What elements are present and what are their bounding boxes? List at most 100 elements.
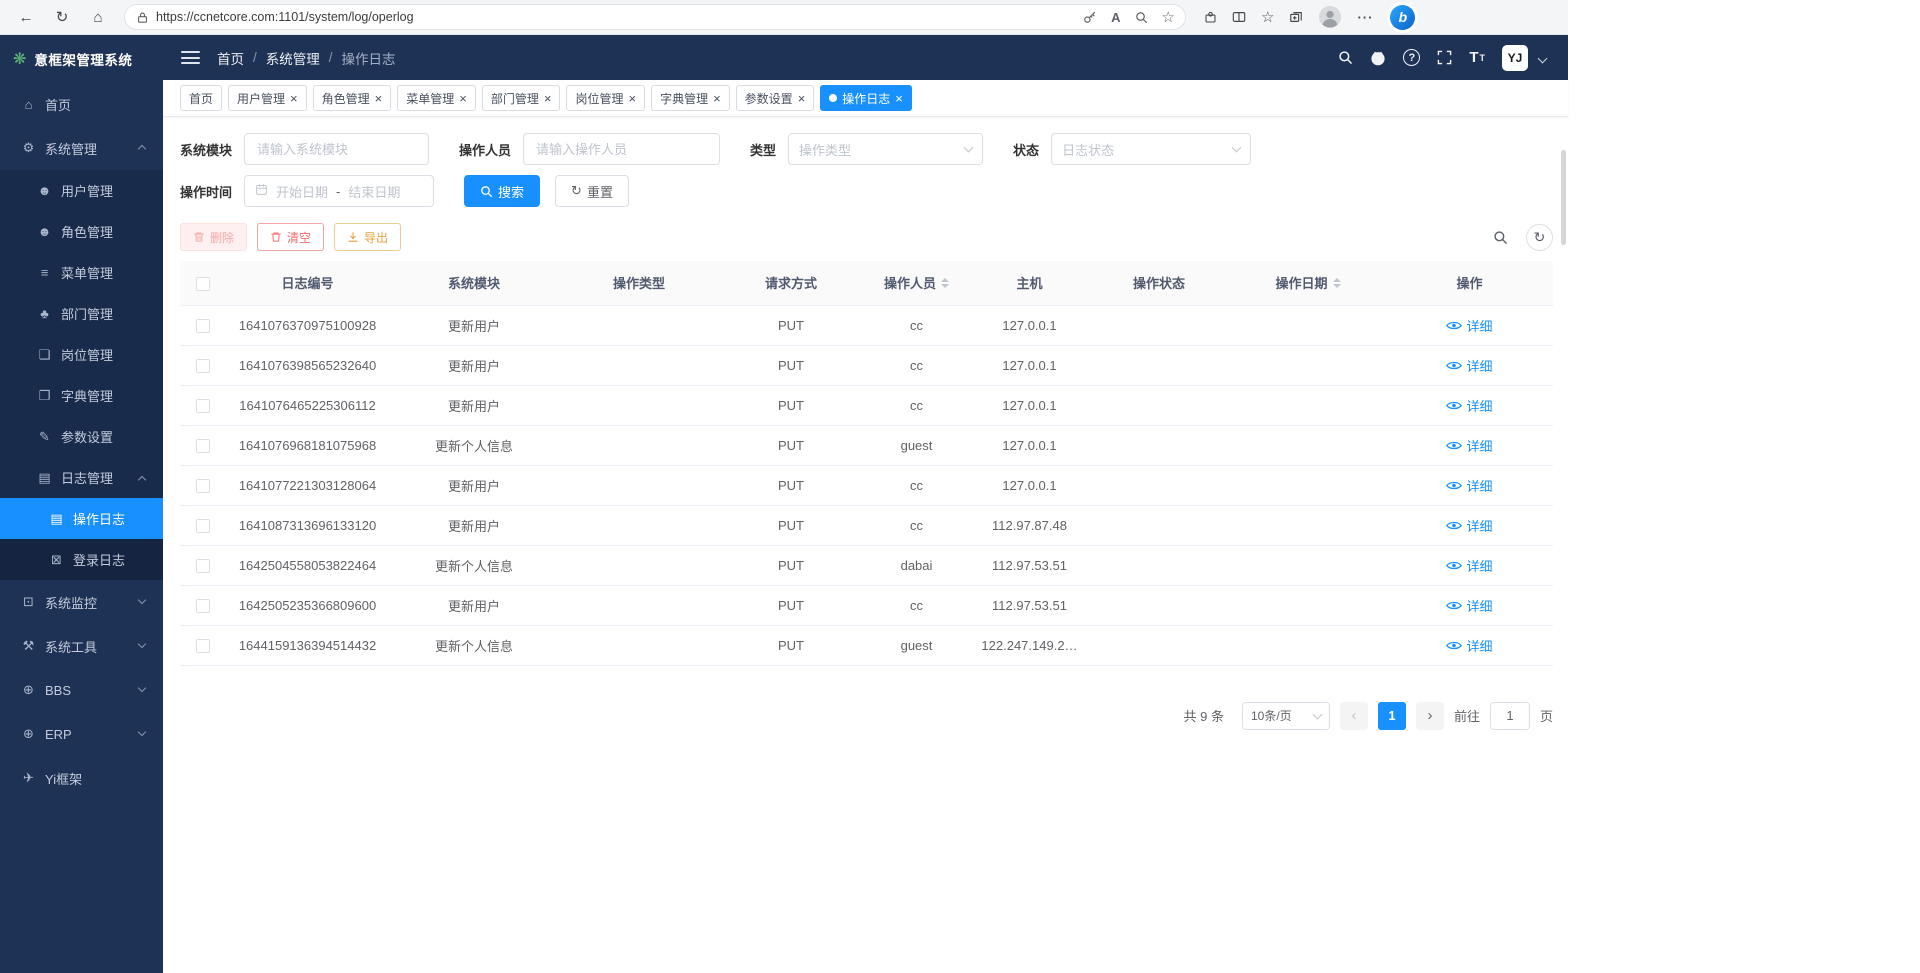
prev-page-button[interactable]: ‹ bbox=[1340, 702, 1368, 730]
tab-close-icon[interactable]: × bbox=[628, 92, 636, 105]
tab-dept-management[interactable]: 部门管理 × bbox=[482, 85, 561, 111]
tab-menu-management[interactable]: 菜单管理 × bbox=[397, 85, 476, 111]
row-checkbox[interactable] bbox=[196, 359, 210, 373]
delete-button[interactable]: 删除 bbox=[180, 223, 247, 251]
tab-close-icon[interactable]: × bbox=[895, 92, 903, 105]
tab-close-icon[interactable]: × bbox=[290, 92, 298, 105]
profile-avatar[interactable] bbox=[1318, 5, 1342, 29]
bing-icon[interactable]: b bbox=[1390, 5, 1415, 30]
sidebar-item-operation-log[interactable]: ▤ 操作日志 bbox=[0, 498, 163, 539]
github-icon[interactable] bbox=[1370, 50, 1386, 66]
detail-link[interactable]: 详细 bbox=[1446, 396, 1492, 415]
row-checkbox[interactable] bbox=[196, 519, 210, 533]
sidebar-item-dept-management[interactable]: ♣ 部门管理 bbox=[0, 293, 163, 334]
search-icon[interactable] bbox=[1338, 50, 1353, 65]
sidebar-item-role-management[interactable]: ☻ 角色管理 bbox=[0, 211, 163, 252]
column-header-operator[interactable]: 操作人员 bbox=[862, 261, 971, 305]
collapse-sidebar-icon[interactable] bbox=[181, 51, 200, 64]
sidebar-item-login-log[interactable]: ⊠ 登录日志 bbox=[0, 539, 163, 580]
sidebar-item-yi-frame[interactable]: ✈ Yi框架 bbox=[0, 756, 163, 800]
select-all-checkbox[interactable] bbox=[196, 277, 210, 291]
tab-home[interactable]: 首页 bbox=[180, 85, 222, 111]
operator-input[interactable] bbox=[523, 133, 720, 165]
show-search-icon[interactable] bbox=[1487, 224, 1514, 251]
scrollbar-thumb[interactable] bbox=[1561, 150, 1566, 245]
tab-dict-management[interactable]: 字典管理 × bbox=[651, 85, 730, 111]
daterange-picker[interactable]: 开始日期 - 结束日期 bbox=[244, 175, 434, 207]
sidebar-item-log-management[interactable]: ▤ 日志管理 bbox=[0, 457, 163, 498]
user-logo-badge[interactable]: YJ bbox=[1502, 45, 1528, 71]
detail-link[interactable]: 详细 bbox=[1446, 636, 1492, 655]
extensions-icon[interactable] bbox=[1204, 11, 1217, 24]
tab-param-settings[interactable]: 参数设置 × bbox=[736, 85, 815, 111]
breadcrumb-system[interactable]: 系统管理 bbox=[266, 48, 320, 68]
sidebar-item-user-management[interactable]: ☻ 用户管理 bbox=[0, 170, 163, 211]
sidebar-item-erp[interactable]: ⊕ ERP bbox=[0, 712, 163, 756]
reset-button[interactable]: ↻ 重置 bbox=[555, 175, 629, 207]
detail-link[interactable]: 详细 bbox=[1446, 356, 1492, 375]
row-checkbox[interactable] bbox=[196, 439, 210, 453]
refresh-icon[interactable]: ↻ bbox=[48, 4, 76, 30]
sidebar-item-system-monitor[interactable]: ⊡ 系统监控 bbox=[0, 580, 163, 624]
font-size-icon[interactable]: TT bbox=[1469, 49, 1485, 66]
row-checkbox[interactable] bbox=[196, 559, 210, 573]
row-checkbox[interactable] bbox=[196, 599, 210, 613]
detail-link[interactable]: 详细 bbox=[1446, 556, 1492, 575]
tab-operation-log[interactable]: 操作日志 × bbox=[820, 85, 912, 111]
sidebar-item-bbs[interactable]: ⊕ BBS bbox=[0, 668, 163, 712]
export-button[interactable]: 导出 bbox=[334, 223, 401, 251]
tab-close-icon[interactable]: × bbox=[544, 92, 552, 105]
row-checkbox[interactable] bbox=[196, 399, 210, 413]
refresh-table-icon[interactable]: ↻ bbox=[1526, 224, 1553, 251]
search-button[interactable]: 搜索 bbox=[464, 175, 540, 207]
help-icon[interactable]: ? bbox=[1403, 49, 1420, 66]
column-header-operation-date[interactable]: 操作日期 bbox=[1230, 261, 1386, 305]
zoom-icon[interactable] bbox=[1135, 11, 1148, 24]
home-icon[interactable]: ⌂ bbox=[84, 4, 112, 30]
read-aloud-icon[interactable]: A bbox=[1111, 10, 1120, 25]
more-options-icon[interactable]: ··· bbox=[1357, 10, 1373, 25]
breadcrumb-home[interactable]: 首页 bbox=[217, 48, 244, 68]
detail-link[interactable]: 详细 bbox=[1446, 476, 1492, 495]
address-bar[interactable]: https://ccnetcore.com:1101/system/log/op… bbox=[124, 4, 1186, 30]
tab-user-management[interactable]: 用户管理 × bbox=[228, 85, 307, 111]
add-favorite-icon[interactable]: ☆ bbox=[1162, 8, 1175, 26]
module-input[interactable] bbox=[244, 133, 429, 165]
sidebar-item-home[interactable]: ⌂ 首页 bbox=[0, 82, 163, 126]
split-screen-icon[interactable] bbox=[1232, 10, 1246, 24]
detail-link[interactable]: 详细 bbox=[1446, 316, 1492, 335]
tab-close-icon[interactable]: × bbox=[375, 92, 383, 105]
status-select[interactable]: 日志状态 bbox=[1051, 133, 1251, 165]
tab-close-icon[interactable]: × bbox=[798, 92, 806, 105]
fullscreen-icon[interactable] bbox=[1437, 50, 1452, 65]
favorites-icon[interactable]: ☆ bbox=[1261, 8, 1274, 26]
row-checkbox[interactable] bbox=[196, 639, 210, 653]
page-size-select[interactable]: 10条/页 bbox=[1242, 702, 1330, 730]
sidebar-item-post-management[interactable]: ❏ 岗位管理 bbox=[0, 334, 163, 375]
page-1-button[interactable]: 1 bbox=[1378, 702, 1406, 730]
chevron-down-icon[interactable] bbox=[1538, 54, 1548, 64]
row-checkbox[interactable] bbox=[196, 479, 210, 493]
sidebar-item-system-tools[interactable]: ⚒ 系统工具 bbox=[0, 624, 163, 668]
type-select[interactable]: 操作类型 bbox=[788, 133, 983, 165]
app-logo[interactable]: ❋ 意框架管理系统 bbox=[0, 35, 163, 82]
detail-link[interactable]: 详细 bbox=[1446, 516, 1492, 535]
back-icon[interactable]: ← bbox=[12, 4, 40, 30]
detail-link[interactable]: 详细 bbox=[1446, 596, 1492, 615]
tab-close-icon[interactable]: × bbox=[713, 92, 721, 105]
sidebar-item-menu-management[interactable]: ≡ 菜单管理 bbox=[0, 252, 163, 293]
tab-close-icon[interactable]: × bbox=[459, 92, 467, 105]
clear-button[interactable]: 清空 bbox=[257, 223, 324, 251]
row-checkbox[interactable] bbox=[196, 319, 210, 333]
sidebar-item-dict-management[interactable]: ❐ 字典管理 bbox=[0, 375, 163, 416]
sidebar-item-param-settings[interactable]: ✎ 参数设置 bbox=[0, 416, 163, 457]
tab-post-management[interactable]: 岗位管理 × bbox=[566, 85, 645, 111]
cell-module: 更新用户 bbox=[390, 385, 558, 425]
detail-link[interactable]: 详细 bbox=[1446, 436, 1492, 455]
sidebar-item-system-management[interactable]: ⚙ 系统管理 bbox=[0, 126, 163, 170]
tab-role-management[interactable]: 角色管理 × bbox=[313, 85, 392, 111]
password-key-icon[interactable] bbox=[1083, 10, 1097, 24]
next-page-button[interactable]: › bbox=[1416, 702, 1444, 730]
goto-page-input[interactable] bbox=[1490, 702, 1530, 730]
collections-icon[interactable] bbox=[1289, 10, 1303, 24]
